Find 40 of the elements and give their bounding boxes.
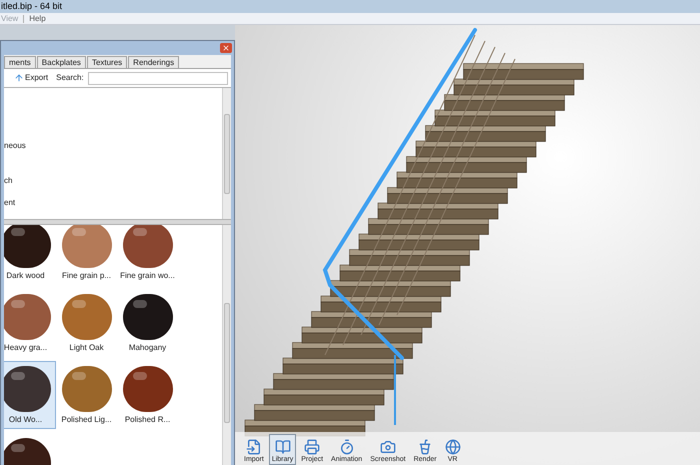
document-icon — [246, 439, 262, 455]
upload-arrow-icon — [14, 73, 24, 83]
category-item[interactable]: neous — [4, 140, 26, 152]
material-label: Fine grain wo... — [120, 270, 175, 282]
panel-tab[interactable]: Renderings — [128, 56, 180, 68]
close-icon — [222, 44, 230, 52]
camera-icon — [380, 439, 396, 455]
material-tile[interactable]: Dark wood — [4, 225, 56, 285]
menu-item[interactable]: Help — [28, 12, 47, 24]
material-label: Dark wood — [6, 270, 45, 282]
material-label: Fine grain p... — [62, 270, 111, 282]
category-item[interactable]: ent — [4, 197, 16, 209]
export-button[interactable]: Export — [14, 72, 48, 84]
material-label: Old Wo... — [8, 414, 42, 426]
material-label: Heavy gra... — [4, 342, 48, 354]
panel-tab[interactable]: ments — [4, 56, 36, 68]
search-field[interactable] — [88, 72, 228, 84]
material-tile[interactable]: Mahogany — [117, 289, 178, 357]
printer-icon — [304, 439, 320, 455]
material-label: Mahogany — [128, 342, 166, 354]
material-tile[interactable]: Fine grain p... — [56, 225, 117, 285]
globe-icon — [444, 439, 461, 455]
window-title: itled.bip - 64 bit — [1, 0, 62, 13]
book-icon — [274, 439, 291, 455]
material-tile[interactable]: Light Oak — [56, 289, 117, 357]
panel-tab[interactable]: Textures — [86, 56, 128, 68]
material-label: Polished R... — [124, 414, 170, 426]
cup-icon — [417, 439, 434, 455]
material-label: Light Oak — [69, 342, 104, 354]
close-button[interactable] — [220, 43, 232, 53]
search-label: Search: — [56, 72, 84, 84]
stopwatch-icon — [338, 439, 355, 455]
panel-tab[interactable]: Backplates — [36, 56, 86, 68]
material-tile[interactable]: Old Wo... — [4, 361, 56, 429]
material-label: Polished Lig... — [61, 414, 112, 426]
category-item[interactable]: ch — [4, 175, 12, 187]
material-tile[interactable]: Fine grain wo... — [117, 225, 178, 285]
material-tile[interactable]: Polished R... — [117, 361, 178, 429]
material-tile[interactable]: Polished Lig... — [56, 361, 117, 429]
material-tile[interactable]: Heavy gra... — [4, 289, 56, 357]
